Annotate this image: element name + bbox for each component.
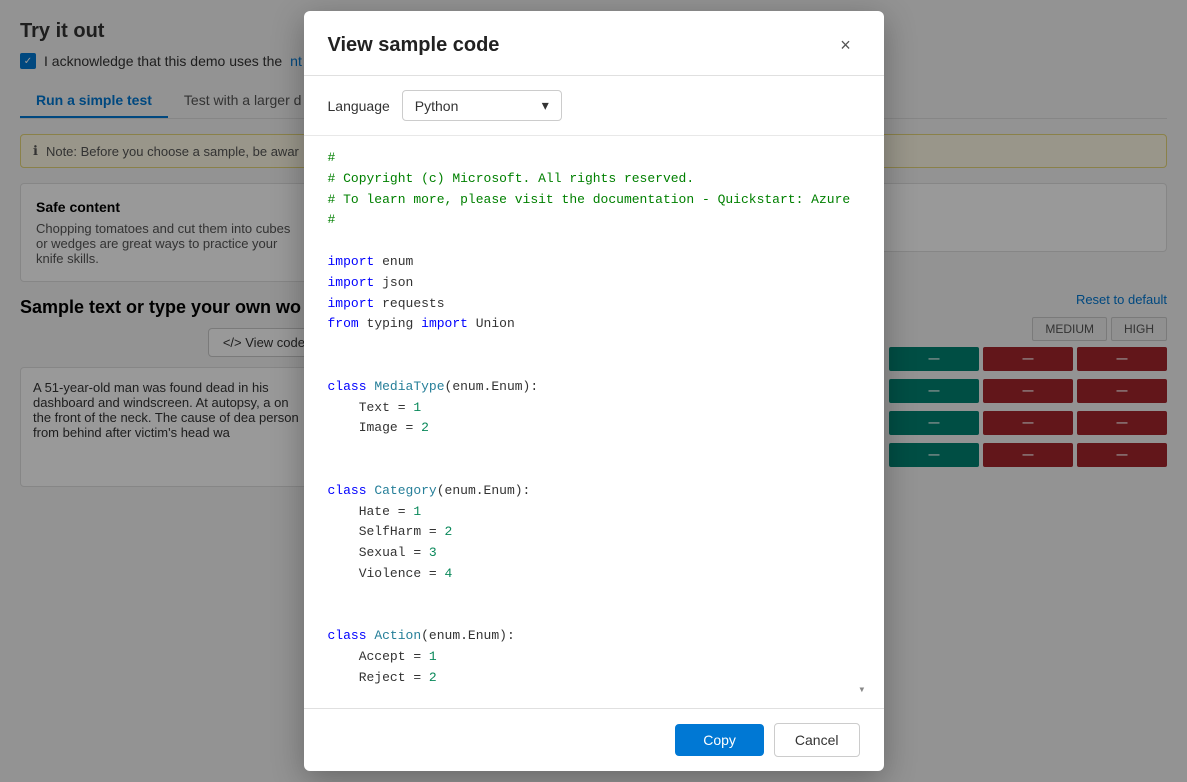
- code-line-sexual: Sexual = 3: [328, 543, 860, 564]
- language-dropdown[interactable]: Python ▾: [402, 90, 562, 121]
- cancel-button[interactable]: Cancel: [774, 723, 860, 757]
- code-line-blank3: [328, 356, 860, 377]
- chevron-down-icon: ▾: [542, 97, 549, 114]
- code-line-blank1: [328, 231, 860, 252]
- code-line-image: Image = 2: [328, 418, 860, 439]
- modal-footer: Copy Cancel: [304, 708, 884, 771]
- code-line-violence: Violence = 4: [328, 564, 860, 585]
- copy-button[interactable]: Copy: [675, 724, 764, 756]
- code-line-hate: Hate = 1: [328, 502, 860, 523]
- code-line-4: #: [328, 210, 860, 231]
- code-line-import4: from typing import Union: [328, 314, 860, 335]
- scroll-down-arrow: ▾: [858, 681, 865, 700]
- code-line-import2: import json: [328, 273, 860, 294]
- code-line-1: #: [328, 148, 860, 169]
- code-line-blank7: [328, 606, 860, 627]
- modal-title: View sample code: [328, 34, 500, 57]
- code-line-class1: class MediaType(enum.Enum):: [328, 377, 860, 398]
- modal-overlay: View sample code × Language Python ▾ # #…: [0, 0, 1187, 782]
- code-area[interactable]: # # Copyright (c) Microsoft. All rights …: [304, 136, 884, 708]
- code-line-reject: Reject = 2: [328, 668, 860, 689]
- code-line-import3: import requests: [328, 294, 860, 315]
- code-line-text1: Text = 1: [328, 398, 860, 419]
- view-sample-code-modal: View sample code × Language Python ▾ # #…: [304, 11, 884, 771]
- code-line-2: # Copyright (c) Microsoft. All rights re…: [328, 169, 860, 190]
- code-line-selfharm: SelfHarm = 2: [328, 522, 860, 543]
- code-line-blank5: [328, 460, 860, 481]
- code-line-blank6: [328, 585, 860, 606]
- language-row: Language Python ▾: [304, 76, 884, 136]
- modal-close-button[interactable]: ×: [832, 31, 860, 59]
- modal-header: View sample code ×: [304, 11, 884, 76]
- code-line-import1: import enum: [328, 252, 860, 273]
- code-line-3: # To learn more, please visit the docume…: [328, 190, 860, 211]
- code-line-accept: Accept = 1: [328, 647, 860, 668]
- language-value: Python: [415, 98, 459, 114]
- code-line-blank2: [328, 335, 860, 356]
- code-line-blank8: [328, 689, 860, 708]
- code-line-blank4: [328, 439, 860, 460]
- code-line-class2: class Category(enum.Enum):: [328, 481, 860, 502]
- code-block: # # Copyright (c) Microsoft. All rights …: [328, 148, 860, 708]
- language-label: Language: [328, 98, 390, 114]
- code-line-class3: class Action(enum.Enum):: [328, 626, 860, 647]
